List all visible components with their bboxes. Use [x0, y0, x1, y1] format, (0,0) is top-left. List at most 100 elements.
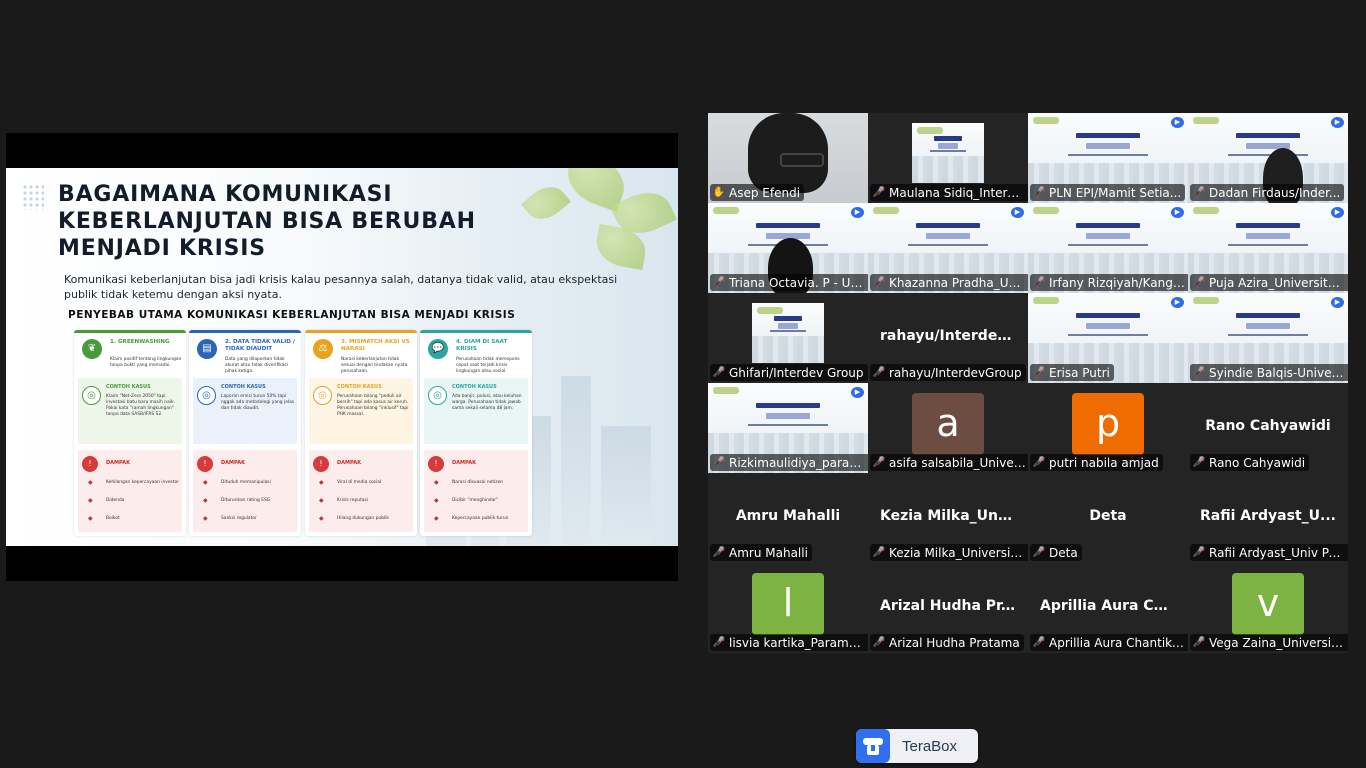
participant-tile[interactable]: Amru Mahalli 🎤̸ Amru Mahalli — [708, 473, 868, 563]
camera-icon: ▶ — [1171, 207, 1184, 218]
column-description: Narasi keberlanjutan tidak sesuai dengan… — [341, 357, 408, 374]
mic-muted-icon: 🎤̸ — [1032, 367, 1046, 378]
slide-title: BAGAIMANA KOMUNIKASI KEBERLANJUTAN BISA … — [58, 182, 476, 261]
impact-item: Diturunkan rating ESG — [221, 498, 271, 503]
participant-tile[interactable]: a 🎤̸ asifa salsabila_Univer... — [868, 383, 1028, 473]
participant-tile[interactable]: Arizal Hudha Pr... 🎤̸ Arizal Hudha Prata… — [868, 563, 1028, 653]
mic-muted-icon: 🎤̸ — [872, 367, 886, 378]
participant-name: putri nabila amjad — [1049, 455, 1159, 470]
participant-namebar: 🎤̸ Kezia Milka_Universit... — [870, 544, 1028, 561]
participant-namebar: 🎤̸ Maulana Sidiq_Interd... — [870, 184, 1028, 201]
impact-item: Dicibir "menghindar" — [452, 498, 499, 503]
participant-tile[interactable]: ▶ 🎤̸ Syindie Balqis-Univer... — [1188, 293, 1348, 383]
participant-namebar: 🎤̸ Erisa Putri — [1030, 364, 1114, 381]
mic-muted-icon: 🎤̸ — [1032, 277, 1046, 288]
participant-tile[interactable]: v 🎤̸ Vega Zaina_Universita... — [1188, 563, 1348, 653]
participant-namebar: 🎤̸ Irfany Rizqiyah/Kange... — [1030, 274, 1188, 291]
participant-namebar: 🎤̸ Puja Azira_Universitas... — [1190, 274, 1348, 291]
mic-muted-icon: 🎤̸ — [712, 637, 726, 648]
participant-tile[interactable]: Deta 🎤̸ Deta — [1028, 473, 1188, 563]
participant-tile[interactable]: rahayu/Interdev... 🎤̸ rahayu/InterdevGro… — [868, 293, 1028, 383]
mic-muted-icon: 🎤̸ — [1032, 637, 1046, 648]
participant-tile[interactable]: ▶ 🎤̸ Irfany Rizqiyah/Kange... — [1028, 203, 1188, 293]
participant-name: Kezia Milka_Universit... — [889, 545, 1026, 560]
participant-tile[interactable]: Aprillia Aura Ch... 🎤̸ Aprillia Aura Cha… — [1028, 563, 1188, 653]
shared-screen: BAGAIMANA KOMUNIKASI KEBERLANJUTAN BISA … — [6, 133, 678, 581]
mic-muted-icon: 🎤̸ — [712, 367, 726, 378]
impact-item: Sanksi regulator — [221, 516, 257, 521]
participant-namebar: 🎤̸ Khazanna Pradha_Uni... — [870, 274, 1028, 291]
case-title: CONTOH KASUS — [106, 384, 151, 390]
participant-namebar: 🎤̸ Rafii Ardyast_Univ Par... — [1190, 544, 1348, 561]
case-title: CONTOH KASUS — [221, 384, 266, 390]
column-icon: 💬 — [428, 339, 448, 359]
participant-name: Triana Octavia. P - Un... — [729, 275, 866, 290]
column-icon: ❦ — [82, 339, 102, 359]
impact-item: Didenda — [106, 498, 125, 503]
case-text: Perusahaan bilang "peduli air bersih" ta… — [337, 394, 409, 417]
impact-bullet-icon: ◆ — [88, 497, 93, 504]
impact-item: Kehilangan kepercayaan investor — [106, 480, 180, 485]
mic-muted-icon: 🎤̸ — [1032, 547, 1046, 558]
dots-decoration — [22, 184, 44, 210]
participant-tile[interactable]: Kezia Milka_Uni... 🎤̸ Kezia Milka_Univer… — [868, 473, 1028, 563]
warning-icon: ! — [313, 456, 329, 472]
participant-name: Deta — [1049, 545, 1078, 560]
city-building-graphic — [561, 376, 591, 546]
participant-name: Ghifari/Interdev Group — [729, 365, 864, 380]
participant-namebar: 🎤̸ asifa salsabila_Univer... — [870, 454, 1028, 471]
camera-icon: ▶ — [851, 387, 864, 398]
slide-column-3: ⚖ 3. MISMATCH AKSI VS NARASI Narasi kebe… — [305, 330, 417, 536]
participant-tile[interactable]: ▶ 🎤̸ Rizkimaulidiya_param... — [708, 383, 868, 473]
avatar: p — [1072, 393, 1144, 455]
participant-tile[interactable]: ▶ 🎤̸ Triana Octavia. P - Un... — [708, 203, 868, 293]
participant-name: Dadan Firdaus/Inder... — [1209, 185, 1341, 200]
participant-display-name: rahayu/Interdev... — [880, 328, 1022, 344]
participant-namebar: ✋ Asep Efendi — [710, 184, 805, 201]
column-description: Klaim positif tentang lingkungan tanpa b… — [110, 357, 182, 368]
column-accent-bar — [74, 330, 186, 333]
impact-item: Kepercayaan publik turun — [452, 516, 509, 521]
participant-name: PLN EPI/Mamit Setia... — [1049, 185, 1182, 200]
participant-name: asifa salsabila_Univer... — [889, 455, 1026, 470]
participant-display-name: Arizal Hudha Pr... — [880, 598, 1017, 614]
participant-tile[interactable]: 🎤̸ Ghifari/Interdev Group — [708, 293, 868, 383]
participant-tile[interactable]: ▶ 🎤̸ Erisa Putri — [1028, 293, 1188, 383]
impact-item: Boikot — [106, 516, 120, 521]
slide-column-1: ❦ 1. GREENWASHING Klaim positif tentang … — [74, 330, 186, 536]
participant-tile[interactable]: 🎤̸ Maulana Sidiq_Interd... — [868, 113, 1028, 203]
participant-tile[interactable]: ▶ 🎤̸ Khazanna Pradha_Uni... — [868, 203, 1028, 293]
mic-muted-icon: 🎤̸ — [1192, 637, 1206, 648]
participant-namebar: 🎤̸ Ghifari/Interdev Group — [710, 364, 868, 381]
avatar: v — [1232, 573, 1304, 635]
participant-tile[interactable]: ▶ 🎤̸ Puja Azira_Universitas... — [1188, 203, 1348, 293]
participant-tile[interactable]: ▶ 🎤̸ PLN EPI/Mamit Setia... — [1028, 113, 1188, 203]
participant-tile[interactable]: p 🎤̸ putri nabila amjad — [1028, 383, 1188, 473]
impact-item: Krisis reputasi — [337, 498, 368, 503]
impact-bullet-icon: ◆ — [88, 479, 93, 486]
mic-muted-icon: 🎤̸ — [1192, 457, 1206, 468]
impact-item: Hilang dukungan publik — [337, 516, 389, 521]
participant-name: Irfany Rizqiyah/Kange... — [1049, 275, 1186, 290]
participant-name: Puja Azira_Universitas... — [1209, 275, 1346, 290]
participant-name: Aprillia Aura Chantika... — [1049, 635, 1186, 650]
case-text: Klaim "Net-Zero 2050" tapi investasi bat… — [106, 394, 175, 417]
column-description: Data yang dilaporkan tidak akurat atau t… — [225, 357, 288, 374]
column-title: 2. DATA TIDAK VALID / TIDAK DIAUDIT — [225, 339, 295, 352]
column-icon: ▤ — [197, 339, 217, 359]
participant-name: Rafii Ardyast_Univ Par... — [1209, 545, 1346, 560]
mic-muted-icon: 🎤̸ — [1032, 457, 1046, 468]
camera-icon: ▶ — [1331, 117, 1344, 128]
participant-tile[interactable]: ✋ Asep Efendi — [708, 113, 868, 203]
participant-name: Erisa Putri — [1049, 365, 1110, 380]
camera-icon: ▶ — [1171, 297, 1184, 308]
participant-tile[interactable]: Rano Cahyawidi 🎤̸ Rano Cahyawidi — [1188, 383, 1348, 473]
mic-muted-icon: 🎤̸ — [1192, 187, 1206, 198]
participant-tile[interactable]: l 🎤̸ lisvia kartika_Parama... — [708, 563, 868, 653]
participant-namebar: 🎤̸ Arizal Hudha Pratama — [870, 634, 1024, 651]
participant-namebar: 🎤̸ rahayu/InterdevGroup — [870, 364, 1026, 381]
impact-bullet-icon: ◆ — [434, 515, 439, 522]
terabox-button[interactable]: TeraBox — [856, 729, 978, 763]
participant-tile[interactable]: ▶ 🎤̸ Dadan Firdaus/Inder... — [1188, 113, 1348, 203]
participant-tile[interactable]: Rafii Ardyast_U... 🎤̸ Rafii Ardyast_Univ… — [1188, 473, 1348, 563]
